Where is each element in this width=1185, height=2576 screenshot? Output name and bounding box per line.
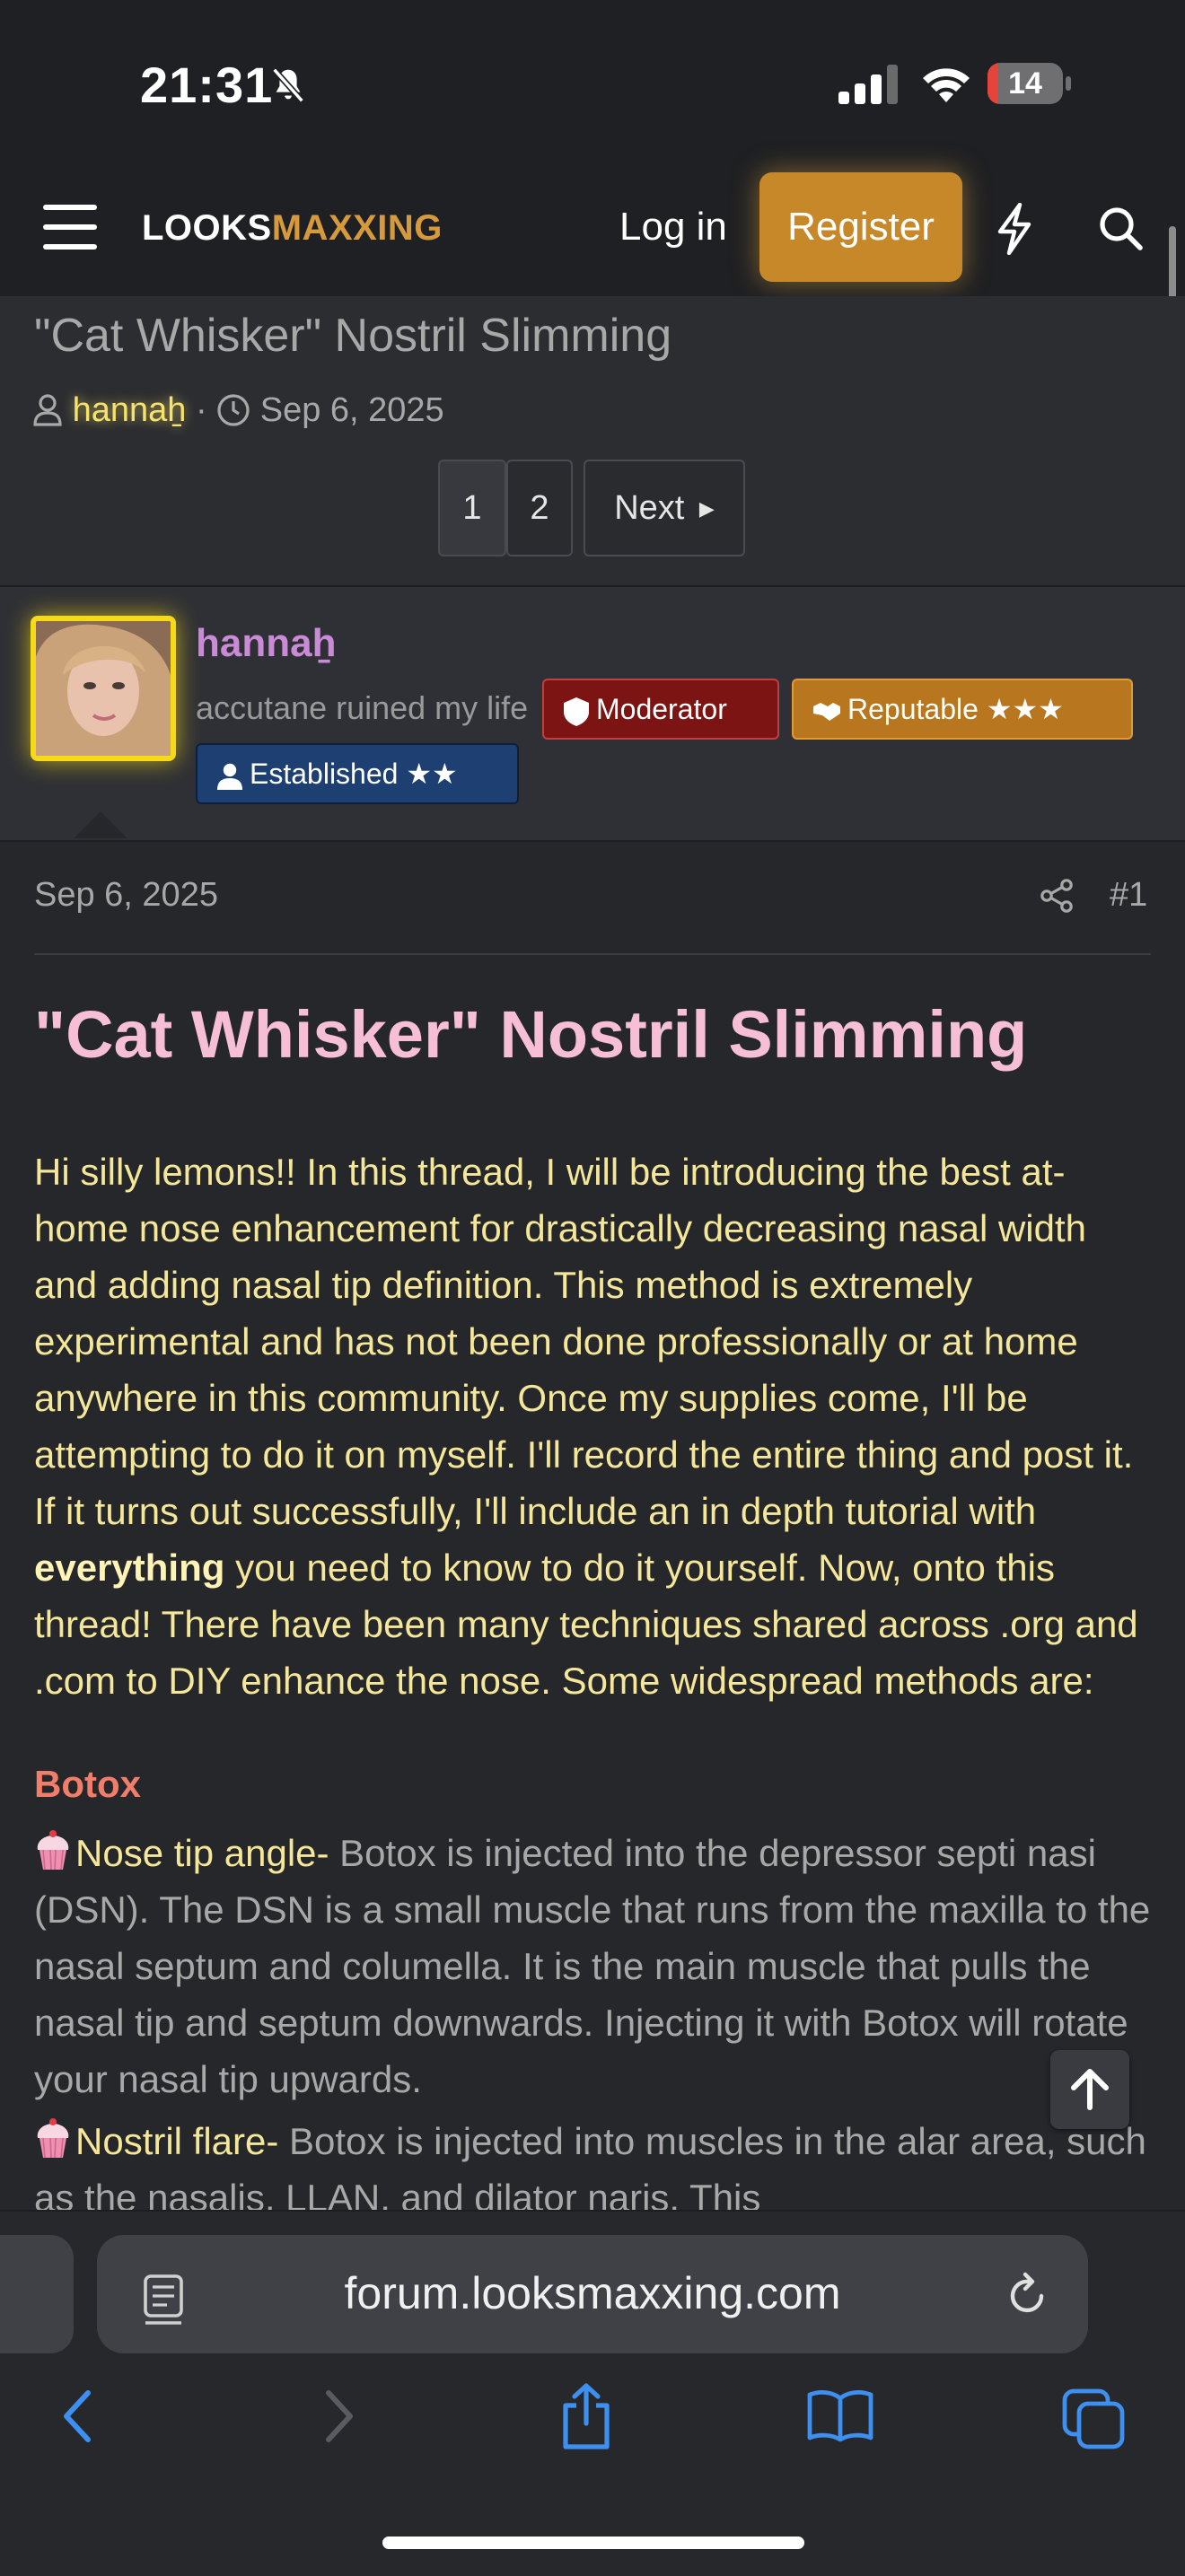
username[interactable]: hannaẖ <box>196 621 336 666</box>
page-button-1[interactable]: 1 <box>438 460 506 556</box>
post-body: Hi silly lemons!! In this thread, I will… <box>34 1151 1138 1702</box>
thread-title: "Cat Whisker" Nostril Slimming <box>34 310 672 362</box>
reader-icon[interactable] <box>142 2274 185 2326</box>
bolt-icon[interactable] <box>996 203 1032 255</box>
meta-separator: · <box>195 391 207 429</box>
reload-icon[interactable] <box>1005 2271 1050 2319</box>
register-button[interactable]: Register <box>759 172 962 282</box>
reputable-badge: Reputable ★★★ <box>792 679 1133 740</box>
scroll-top-button[interactable] <box>1050 2050 1129 2129</box>
next-label: Next <box>614 489 685 527</box>
divider <box>34 953 1151 955</box>
cupcake-icon <box>37 2118 69 2159</box>
moderator-badge: Moderator <box>542 679 779 740</box>
user-icon <box>217 763 242 790</box>
avatar[interactable] <box>31 616 176 761</box>
menu-icon[interactable] <box>43 205 97 250</box>
list-item: Nose tip angle- Botox is injected into t… <box>34 1830 1151 2100</box>
thread-date[interactable]: Sep 6, 2025 <box>260 391 444 429</box>
bookmarks-icon[interactable] <box>806 2388 874 2443</box>
wifi-icon <box>923 68 970 102</box>
status-time: 21:31 <box>140 57 274 113</box>
url-text[interactable]: forum.looksmaxxing.com <box>269 2267 916 2319</box>
section-heading: Botox <box>34 1763 141 1805</box>
user-icon <box>33 394 62 426</box>
clock-icon <box>217 394 250 426</box>
handshake-icon <box>813 702 840 721</box>
battery-level: 14 <box>1008 66 1042 101</box>
tabs-icon[interactable] <box>1061 2388 1126 2450</box>
forward-icon[interactable] <box>316 2388 361 2445</box>
post-number[interactable]: #1 <box>1110 876 1147 915</box>
back-icon[interactable] <box>56 2388 101 2445</box>
search-icon[interactable] <box>1097 205 1144 251</box>
user-title: accutane ruined my life <box>196 689 529 726</box>
battery-indicator: 14 <box>988 63 1074 106</box>
site-logo[interactable]: LOOKSMAXXING <box>142 208 443 249</box>
established-badge: Established ★★ <box>196 743 519 804</box>
post-title: "Cat Whisker" Nostril Slimming <box>34 997 1028 1072</box>
next-page-button[interactable]: Next ▶ <box>584 460 745 556</box>
cupcake-icon <box>37 1830 69 1871</box>
login-link[interactable]: Log in <box>619 205 727 250</box>
share-icon[interactable] <box>1040 878 1075 914</box>
thread-meta: hannaẖ · Sep 6, 2025 <box>32 388 444 433</box>
home-indicator <box>382 2537 804 2549</box>
post-date[interactable]: Sep 6, 2025 <box>34 876 218 915</box>
caret-right-icon: ▶ <box>698 497 715 520</box>
page-button-2[interactable]: 2 <box>506 460 573 556</box>
share-sheet-icon[interactable] <box>557 2380 616 2452</box>
previous-tab-preview[interactable] <box>0 2235 74 2353</box>
arrow-up-icon <box>1071 2069 1109 2110</box>
shield-icon <box>564 697 589 726</box>
bell-slash-icon <box>272 67 304 103</box>
message-arrow <box>74 811 127 838</box>
signal-icon <box>838 65 898 104</box>
thread-author[interactable]: hannaẖ <box>73 391 187 429</box>
